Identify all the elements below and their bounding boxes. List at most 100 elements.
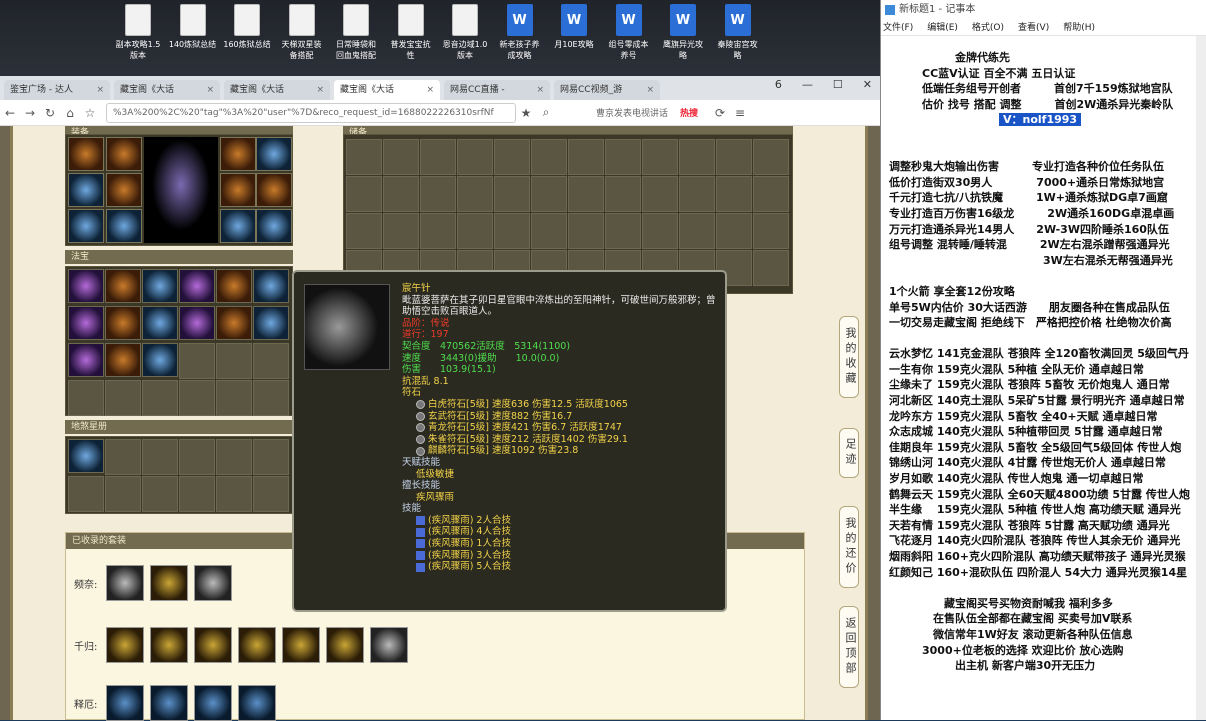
equip-slot[interactable]: [106, 209, 142, 243]
grid-slot[interactable]: [383, 213, 419, 249]
browser-tab[interactable]: 藏宝阁《大话 ×: [114, 80, 220, 100]
grid-slot[interactable]: [753, 176, 789, 212]
grid-slot[interactable]: [105, 343, 141, 377]
notepad-menu-item[interactable]: 编辑(E): [927, 20, 958, 35]
tab-close-icon[interactable]: ×: [316, 80, 324, 100]
grid-slot[interactable]: [68, 269, 104, 303]
grid-slot[interactable]: [568, 176, 604, 212]
grid-slot[interactable]: [68, 306, 104, 340]
desktop-file-icon[interactable]: W 新老孩子养 成攻略: [492, 4, 548, 61]
grid-slot[interactable]: [216, 380, 252, 416]
notepad-menu-item[interactable]: 查看(V): [1018, 20, 1049, 35]
desktop-file-icon[interactable]: 天梯双星装 备搭配: [274, 4, 330, 61]
grid-slot[interactable]: [716, 176, 752, 212]
grid-slot[interactable]: [216, 306, 252, 340]
set-item[interactable]: [238, 627, 276, 663]
set-item[interactable]: [106, 565, 144, 601]
grid-slot[interactable]: [494, 213, 530, 249]
desktop-file-icon[interactable]: 日常睡袋和 回血鬼搭配: [328, 4, 384, 61]
desktop-file-icon[interactable]: 副本攻略1.5 版本: [110, 4, 166, 61]
search-hint[interactable]: 曹京发表电视讲话: [596, 106, 668, 119]
equip-slot[interactable]: [256, 173, 292, 207]
grid-slot[interactable]: [531, 176, 567, 212]
browser-tab[interactable]: 网易CC视频_游 ×: [554, 80, 660, 100]
grid-slot[interactable]: [679, 213, 715, 249]
desktop-file-icon[interactable]: 恩音边域1.0 版本: [437, 4, 493, 61]
grid-slot[interactable]: [253, 269, 289, 303]
equip-slot[interactable]: [68, 209, 104, 243]
grid-slot[interactable]: [105, 380, 141, 416]
forward-icon[interactable]: →: [20, 106, 40, 120]
back-to-top-button[interactable]: 返回顶部: [839, 606, 859, 688]
tab-count-badge[interactable]: 6: [775, 78, 782, 91]
equip-slot[interactable]: [220, 209, 256, 243]
grid-slot[interactable]: [605, 139, 641, 175]
tab-close-icon[interactable]: ×: [426, 80, 434, 100]
refresh-icon[interactable]: ⟳: [710, 106, 730, 120]
grid-slot[interactable]: [716, 213, 752, 249]
set-item[interactable]: [194, 685, 232, 721]
notepad-text[interactable]: 金牌代练先 CC蓝V认证 百全不满 五日认证 低端任务组号开创者 首创7千159…: [889, 50, 1203, 674]
set-item[interactable]: [194, 627, 232, 663]
set-item[interactable]: [106, 627, 144, 663]
set-item[interactable]: [106, 685, 144, 721]
reload-icon[interactable]: ↻: [40, 106, 60, 120]
grid-slot[interactable]: [494, 176, 530, 212]
grid-slot[interactable]: [753, 250, 789, 286]
grid-slot[interactable]: [568, 213, 604, 249]
grid-slot[interactable]: [105, 476, 141, 512]
desktop-file-icon[interactable]: W 组号零成本 养号: [601, 4, 657, 61]
desktop-file-icon[interactable]: 普发宝宝抗 性: [383, 4, 439, 61]
grid-slot[interactable]: [346, 139, 382, 175]
set-item[interactable]: [150, 627, 188, 663]
set-item[interactable]: [150, 565, 188, 601]
grid-slot[interactable]: [457, 213, 493, 249]
notepad-scrollbar[interactable]: [1196, 36, 1206, 720]
menu-icon[interactable]: ≡: [730, 106, 750, 120]
notepad-menu-item[interactable]: 格式(O): [972, 20, 1004, 35]
close-icon[interactable]: ✕: [863, 78, 872, 91]
grid-slot[interactable]: [142, 380, 178, 416]
grid-slot[interactable]: [179, 269, 215, 303]
grid-slot[interactable]: [679, 139, 715, 175]
desktop-file-icon[interactable]: 160炼狱总结: [219, 4, 275, 50]
equip-slot[interactable]: [220, 173, 256, 207]
tab-close-icon[interactable]: ×: [536, 80, 544, 100]
browser-tab[interactable]: 网易CC直播 - ×: [444, 80, 550, 100]
tab-close-icon[interactable]: ×: [646, 80, 654, 100]
equip-slot[interactable]: [68, 137, 104, 171]
browser-tab[interactable]: 鉴宝广场 - 达人 ×: [4, 80, 110, 100]
my-counteroffer-button[interactable]: 我的还价: [839, 506, 859, 588]
grid-slot[interactable]: [105, 269, 141, 303]
grid-slot[interactable]: [253, 380, 289, 416]
grid-slot[interactable]: [179, 343, 215, 379]
grid-slot[interactable]: [420, 176, 456, 212]
grid-slot[interactable]: [216, 476, 252, 512]
grid-slot[interactable]: [216, 439, 252, 475]
equip-slot[interactable]: [106, 137, 142, 171]
set-item[interactable]: [150, 685, 188, 721]
grid-slot[interactable]: [68, 380, 104, 416]
search-icon[interactable]: ⌕: [536, 105, 556, 120]
grid-slot[interactable]: [383, 139, 419, 175]
set-item[interactable]: [370, 627, 408, 663]
grid-slot[interactable]: [531, 213, 567, 249]
grid-slot[interactable]: [531, 139, 567, 175]
grid-slot[interactable]: [346, 213, 382, 249]
grid-slot[interactable]: [142, 306, 178, 340]
desktop-file-icon[interactable]: W 月10E攻略: [546, 4, 602, 50]
my-favorites-button[interactable]: 我的收藏: [839, 316, 859, 398]
tab-close-icon[interactable]: ×: [206, 80, 214, 100]
footprint-button[interactable]: 足迹: [839, 428, 859, 478]
hot-search-link[interactable]: 热搜: [680, 106, 698, 119]
grid-slot[interactable]: [568, 139, 604, 175]
maximize-icon[interactable]: ☐: [833, 78, 843, 91]
grid-slot[interactable]: [142, 269, 178, 303]
tab-close-icon[interactable]: ×: [96, 80, 104, 100]
browser-tab[interactable]: 藏宝阁《大话 ×: [334, 80, 440, 100]
grid-slot[interactable]: [605, 176, 641, 212]
grid-slot[interactable]: [642, 213, 678, 249]
notepad-menu-item[interactable]: 文件(F): [883, 20, 913, 35]
minimize-icon[interactable]: —: [802, 78, 813, 91]
grid-slot[interactable]: [679, 176, 715, 212]
